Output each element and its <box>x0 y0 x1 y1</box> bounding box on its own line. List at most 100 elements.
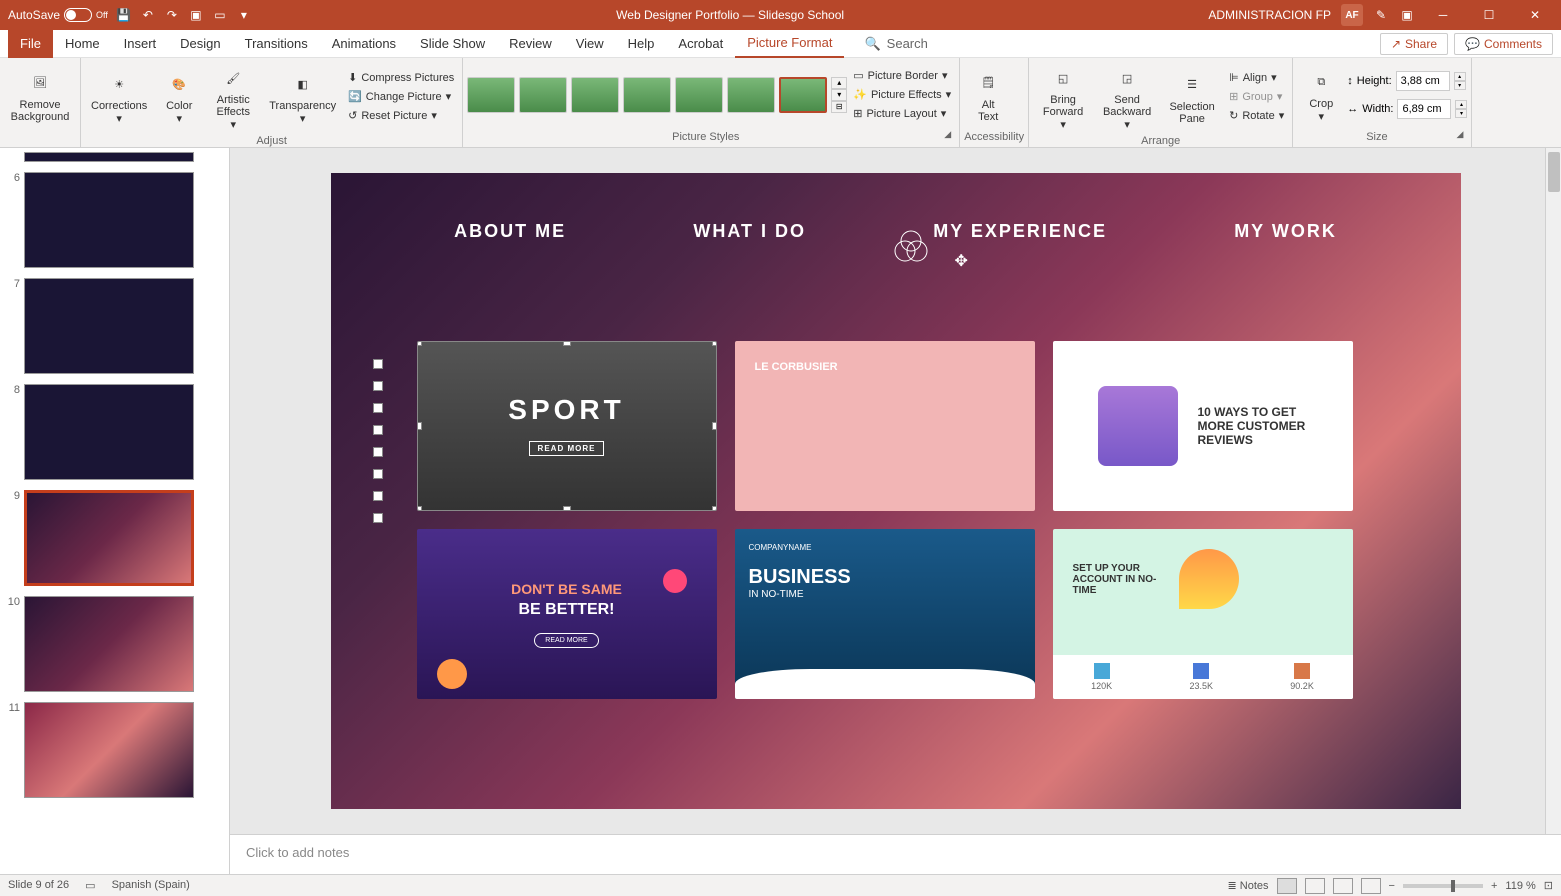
nav-about[interactable]: ABOUT ME <box>454 221 566 242</box>
coming-soon-icon[interactable]: ✎ <box>1373 7 1389 23</box>
language-status[interactable]: Spanish (Spain) <box>112 879 190 892</box>
slide-thumbnail[interactable] <box>24 384 194 480</box>
animation-marker[interactable] <box>373 425 383 435</box>
slideshow-view-button[interactable] <box>1361 878 1381 894</box>
share-button[interactable]: ↗ Share <box>1380 33 1448 55</box>
slide-thumbnail[interactable] <box>24 596 194 692</box>
slide-thumbnail[interactable] <box>24 172 194 268</box>
portfolio-card-reviews[interactable]: 10 WAYS TO GET MORE CUSTOMER REVIEWS <box>1053 341 1353 511</box>
portfolio-card-startup[interactable]: SET UP YOUR ACCOUNT IN NO-TIME 120K 23.5… <box>1053 529 1353 699</box>
sorter-view-button[interactable] <box>1305 878 1325 894</box>
slide-counter[interactable]: Slide 9 of 26 <box>8 879 69 892</box>
gallery-up-button[interactable]: ▴ <box>831 77 847 89</box>
height-up[interactable]: ▴ <box>1454 72 1466 81</box>
height-down[interactable]: ▾ <box>1454 81 1466 90</box>
animation-marker[interactable] <box>373 403 383 413</box>
animation-marker[interactable] <box>373 469 383 479</box>
size-dialog-launcher[interactable]: ◢ <box>1457 129 1468 145</box>
alt-text-button[interactable]: 🗒 Alt Text <box>964 65 1012 125</box>
reset-picture-button[interactable]: ↺ Reset Picture ▾ <box>344 107 458 124</box>
slide-thumbnail-current[interactable] <box>24 490 194 586</box>
style-preset[interactable] <box>623 77 671 113</box>
compress-pictures-button[interactable]: ⬇ Compress Pictures <box>344 69 458 86</box>
style-preset-selected[interactable] <box>779 77 827 113</box>
notes-toggle[interactable]: ≣ Notes <box>1228 879 1269 892</box>
resize-handle[interactable] <box>417 422 422 430</box>
tab-transitions[interactable]: Transitions <box>233 30 320 58</box>
vertical-scrollbar[interactable] <box>1545 148 1561 834</box>
animation-marker[interactable] <box>373 447 383 457</box>
resize-handle[interactable] <box>712 341 717 346</box>
corrections-button[interactable]: ☀ Corrections ▾ <box>85 66 153 127</box>
zoom-level[interactable]: 119 % <box>1505 880 1535 892</box>
notes-pane[interactable]: Click to add notes <box>230 834 1561 874</box>
picture-border-button[interactable]: ▭ Picture Border ▾ <box>849 67 955 84</box>
resize-handle[interactable] <box>417 341 422 346</box>
tab-acrobat[interactable]: Acrobat <box>666 30 735 58</box>
toggle-switch[interactable] <box>64 8 92 22</box>
user-avatar[interactable]: AF <box>1341 4 1363 26</box>
bring-forward-button[interactable]: ◱ Bring Forward ▾ <box>1033 60 1093 133</box>
height-input[interactable] <box>1396 71 1450 91</box>
slide-thumbnail[interactable] <box>24 152 194 162</box>
styles-dialog-launcher[interactable]: ◢ <box>944 129 955 145</box>
resize-handle[interactable] <box>417 506 422 511</box>
zoom-in-button[interactable]: + <box>1491 880 1497 892</box>
tab-home[interactable]: Home <box>53 30 112 58</box>
touch-icon[interactable]: ▭ <box>212 7 228 23</box>
normal-view-button[interactable] <box>1277 878 1297 894</box>
group-button[interactable]: ⊞ Group ▾ <box>1225 88 1288 105</box>
crop-button[interactable]: ⧉ Crop ▾ <box>1297 64 1345 125</box>
picture-effects-button[interactable]: ✨ Picture Effects ▾ <box>849 86 955 103</box>
tab-insert[interactable]: Insert <box>112 30 169 58</box>
send-backward-button[interactable]: ◲ Send Backward ▾ <box>1095 60 1159 133</box>
animation-marker[interactable] <box>373 491 383 501</box>
animation-marker[interactable] <box>373 359 383 369</box>
tab-picture-format[interactable]: Picture Format <box>735 30 844 58</box>
selection-pane-button[interactable]: ☰ Selection Pane <box>1161 67 1223 127</box>
align-button[interactable]: ⊫ Align ▾ <box>1225 69 1288 86</box>
slide-canvas[interactable]: ABOUT ME WHAT I DO MY EXPERIENCE MY WORK… <box>331 173 1461 809</box>
portfolio-card-space[interactable]: DON'T BE SAME BE BETTER! READ MORE <box>417 529 717 699</box>
color-button[interactable]: 🎨 Color ▾ <box>155 66 203 127</box>
tab-design[interactable]: Design <box>168 30 232 58</box>
nav-work[interactable]: MY WORK <box>1234 221 1337 242</box>
tab-animations[interactable]: Animations <box>320 30 408 58</box>
width-input[interactable] <box>1397 99 1451 119</box>
accessibility-icon[interactable]: ▭ <box>85 879 95 892</box>
tab-file[interactable]: File <box>8 30 53 58</box>
minimize-button[interactable]: ─ <box>1425 0 1461 30</box>
remove-background-button[interactable]: 🖼 Remove Background <box>4 65 76 125</box>
animation-marker[interactable] <box>373 381 383 391</box>
gallery-down-button[interactable]: ▾ <box>831 89 847 101</box>
resize-handle[interactable] <box>712 422 717 430</box>
style-preset[interactable] <box>467 77 515 113</box>
width-up[interactable]: ▴ <box>1455 100 1467 109</box>
save-icon[interactable]: 💾 <box>116 7 132 23</box>
style-preset[interactable] <box>727 77 775 113</box>
transparency-button[interactable]: ◧ Transparency ▾ <box>263 66 342 127</box>
comments-button[interactable]: 💬 Comments <box>1454 33 1553 55</box>
style-preset[interactable] <box>675 77 723 113</box>
search-box[interactable]: 🔍 Search <box>864 36 927 52</box>
undo-icon[interactable]: ↶ <box>140 7 156 23</box>
resize-handle[interactable] <box>563 341 571 346</box>
picture-style-gallery[interactable]: ▴ ▾ ⊟ <box>467 77 847 113</box>
resize-handle[interactable] <box>563 506 571 511</box>
tab-review[interactable]: Review <box>497 30 564 58</box>
gallery-more-button[interactable]: ⊟ <box>831 101 847 113</box>
zoom-out-button[interactable]: − <box>1389 880 1395 892</box>
ribbon-display-icon[interactable]: ▣ <box>1399 7 1415 23</box>
autosave-toggle[interactable]: AutoSave Off <box>8 8 108 22</box>
artistic-effects-button[interactable]: 🖌 Artistic Effects ▾ <box>205 60 261 133</box>
portfolio-card-sport[interactable]: SPORT READ MORE <box>417 341 717 511</box>
redo-icon[interactable]: ↷ <box>164 7 180 23</box>
close-button[interactable]: ✕ <box>1517 0 1553 30</box>
present-icon[interactable]: ▣ <box>188 7 204 23</box>
maximize-button[interactable]: ☐ <box>1471 0 1507 30</box>
portfolio-card-business[interactable]: COMPANYNAME BUSINESS IN NO-TIME <box>735 529 1035 699</box>
slide-thumbnail[interactable] <box>24 278 194 374</box>
change-picture-button[interactable]: 🔄 Change Picture ▾ <box>344 88 458 105</box>
qat-more-icon[interactable]: ▾ <box>236 7 252 23</box>
slide-thumbnail[interactable] <box>24 702 194 798</box>
